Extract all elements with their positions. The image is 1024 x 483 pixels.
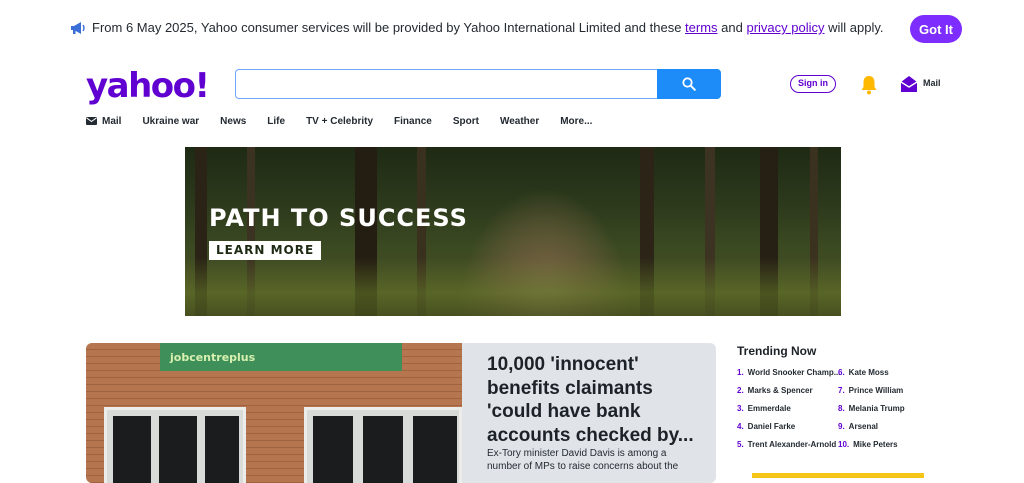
trending-label: Daniel Farke [747, 422, 796, 431]
megaphone-icon [71, 22, 85, 34]
window-frame [304, 407, 462, 483]
trending-rank: 2. [737, 386, 744, 395]
trending-rank: 10. [838, 440, 850, 449]
trending-label: Melania Trump [848, 404, 905, 413]
notice-and: and [717, 20, 747, 35]
search-icon [682, 77, 696, 91]
notice-text: From 6 May 2025, Yahoo consumer services… [92, 20, 884, 35]
hero-headline[interactable]: 10,000 'innocent' benefits claimants 'co… [487, 353, 697, 447]
nav-label: Mail [102, 115, 122, 127]
privacy-policy-link[interactable]: privacy policy [746, 20, 824, 35]
trending-column-left: 1. World Snooker Champ... 2. Marks & Spenc… [737, 368, 840, 458]
trending-label: Emmerdale [747, 404, 791, 413]
trending-rank: 6. [838, 368, 845, 377]
trending-label: Marks & Spencer [747, 386, 813, 395]
terms-link[interactable]: terms [685, 20, 718, 35]
mail-label[interactable]: Mail [923, 78, 941, 88]
notice-prefix: From 6 May 2025, Yahoo consumer services… [92, 20, 686, 35]
trending-rank: 1. [737, 368, 744, 377]
trending-label: World Snooker Champ... [747, 368, 841, 377]
trending-label: Mike Peters [853, 440, 898, 449]
window-pane [363, 416, 403, 483]
banner-headline: PATH TO SUCCESS [209, 204, 468, 232]
trending-rank: 5. [737, 440, 744, 449]
nav-item-mail[interactable]: Mail [86, 116, 121, 127]
trending-rank: 8. [838, 404, 845, 413]
nav-item-ukraine-war[interactable]: Ukraine war [142, 116, 199, 127]
hero-story-card[interactable]: jobcentreplus 10,000 'innocent' benefits… [86, 343, 716, 483]
window-pane [413, 416, 457, 483]
window-frame [104, 407, 246, 483]
trending-item[interactable]: 4. Daniel Farke [737, 422, 840, 440]
trending-label: Kate Moss [848, 368, 889, 377]
trending-rank: 3. [737, 404, 744, 413]
learn-more-button[interactable]: LEARN MORE [209, 241, 322, 260]
sidebar-ad-strip[interactable] [752, 473, 924, 478]
trending-column-right: 6. Kate Moss 7. Prince William 8. Melania T… [838, 368, 905, 458]
main-nav: Mail Ukraine war News Life TV + Celebrit… [86, 114, 613, 128]
window-pane [313, 416, 353, 483]
trending-item[interactable]: 10. Mike Peters [838, 440, 905, 458]
sign-in-button[interactable]: Sign in [790, 75, 836, 93]
nav-item-weather[interactable]: Weather [500, 116, 539, 127]
nav-item-finance[interactable]: Finance [394, 116, 432, 127]
nav-item-more[interactable]: More... [560, 116, 592, 127]
trending-item[interactable]: 3. Emmerdale [737, 404, 840, 422]
search-input[interactable] [235, 69, 658, 99]
trending-title: Trending Now [737, 344, 817, 358]
nav-item-tv-celebrity[interactable]: TV + Celebrity [306, 116, 373, 127]
trending-label: Prince William [848, 386, 904, 395]
notice-suffix: will apply. [824, 20, 884, 35]
trending-item[interactable]: 2. Marks & Spencer [737, 386, 840, 404]
trending-label: Trent Alexander-Arnold [747, 440, 837, 449]
window-pane [159, 416, 197, 483]
trending-item[interactable]: 7. Prince William [838, 386, 905, 404]
yahoo-logo[interactable]: yahoo! [86, 66, 210, 106]
mail-icon[interactable] [900, 75, 918, 93]
jobcentre-sign-text: jobcentreplus [170, 351, 256, 364]
moss-ground [185, 257, 841, 316]
trending-rank: 9. [838, 422, 845, 431]
trending-rank: 4. [737, 422, 744, 431]
nav-item-news[interactable]: News [220, 116, 246, 127]
got-it-button[interactable]: Got It [910, 15, 962, 43]
nav-item-sport[interactable]: Sport [453, 116, 479, 127]
trending-item[interactable]: 8. Melania Trump [838, 404, 905, 422]
search-button[interactable] [657, 69, 721, 99]
search-bar [235, 69, 721, 99]
nav-item-life[interactable]: Life [267, 116, 285, 127]
window-pane [113, 416, 151, 483]
consent-notice-bar: From 6 May 2025, Yahoo consumer services… [0, 0, 1024, 58]
trending-item[interactable]: 6. Kate Moss [838, 368, 905, 386]
trending-item[interactable]: 9. Arsenal [838, 422, 905, 440]
trending-now-panel: Trending Now 1. World Snooker Champ... 2.… [737, 344, 937, 449]
bell-icon[interactable] [860, 75, 878, 95]
trending-label: Arsenal [848, 422, 879, 431]
hero-photo: jobcentreplus [86, 343, 462, 483]
trending-item[interactable]: 5. Trent Alexander-Arnold [737, 440, 840, 458]
trending-item[interactable]: 1. World Snooker Champ... [737, 368, 840, 386]
envelope-icon [86, 117, 97, 125]
trending-rank: 7. [838, 386, 845, 395]
window-pane [205, 416, 239, 483]
hero-description: Ex-Tory minister David Davis is among a … [487, 448, 679, 472]
banner-ad[interactable]: PATH TO SUCCESS LEARN MORE [185, 147, 841, 316]
